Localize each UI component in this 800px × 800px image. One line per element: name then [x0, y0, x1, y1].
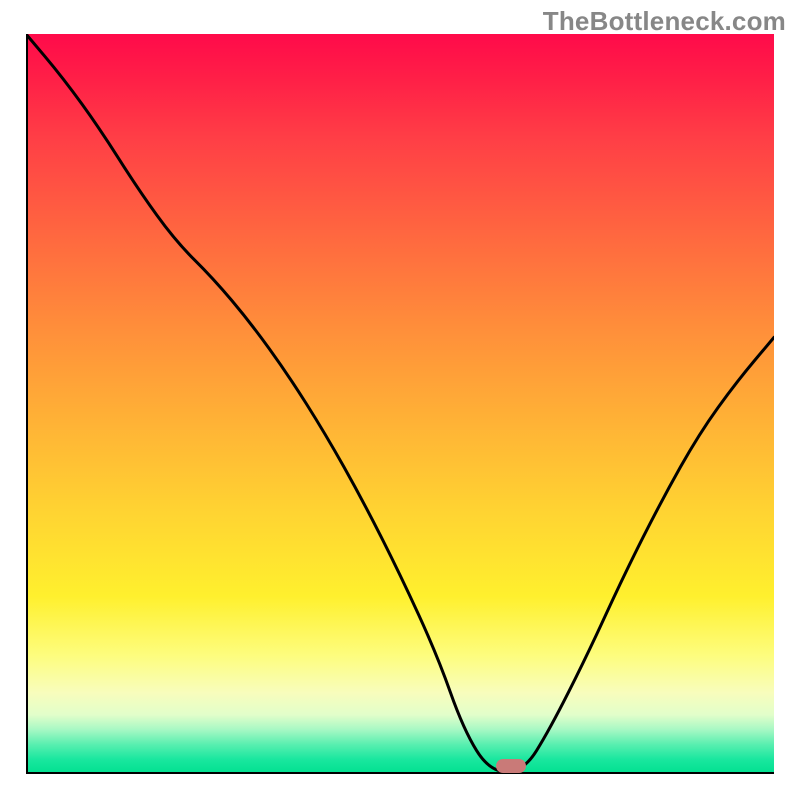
axes	[0, 0, 800, 800]
x-axis	[26, 772, 774, 774]
y-axis	[26, 34, 28, 774]
bottleneck-chart: TheBottleneck.com	[0, 0, 800, 800]
optimal-marker	[496, 759, 526, 773]
